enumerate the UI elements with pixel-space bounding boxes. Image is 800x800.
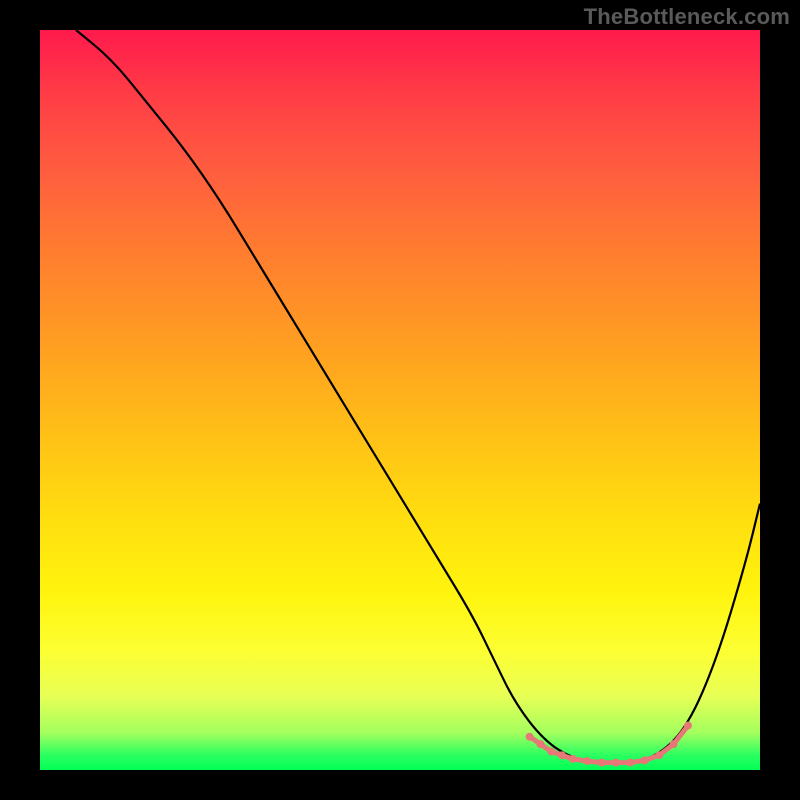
optimal-point-dot <box>547 748 555 756</box>
optimal-region-path <box>530 726 688 763</box>
optimal-point-dot <box>598 759 606 767</box>
optimal-point-dot <box>612 759 620 767</box>
optimal-point-dot <box>569 755 577 763</box>
watermark-text: TheBottleneck.com <box>584 4 790 30</box>
chart-container: TheBottleneck.com <box>0 0 800 800</box>
optimal-point-dot <box>655 751 663 759</box>
optimal-point-dot <box>558 751 566 759</box>
bottleneck-curve <box>76 30 760 763</box>
curve-svg <box>40 30 760 770</box>
optimal-point-dot <box>684 722 692 730</box>
optimal-point-dot <box>626 759 634 767</box>
optimal-point-dot <box>670 740 678 748</box>
plot-area <box>40 30 760 770</box>
optimal-point-dot <box>583 757 591 765</box>
optimal-point-dot <box>641 756 649 764</box>
optimal-point-dot <box>526 733 534 741</box>
optimal-point-dot <box>536 740 544 748</box>
